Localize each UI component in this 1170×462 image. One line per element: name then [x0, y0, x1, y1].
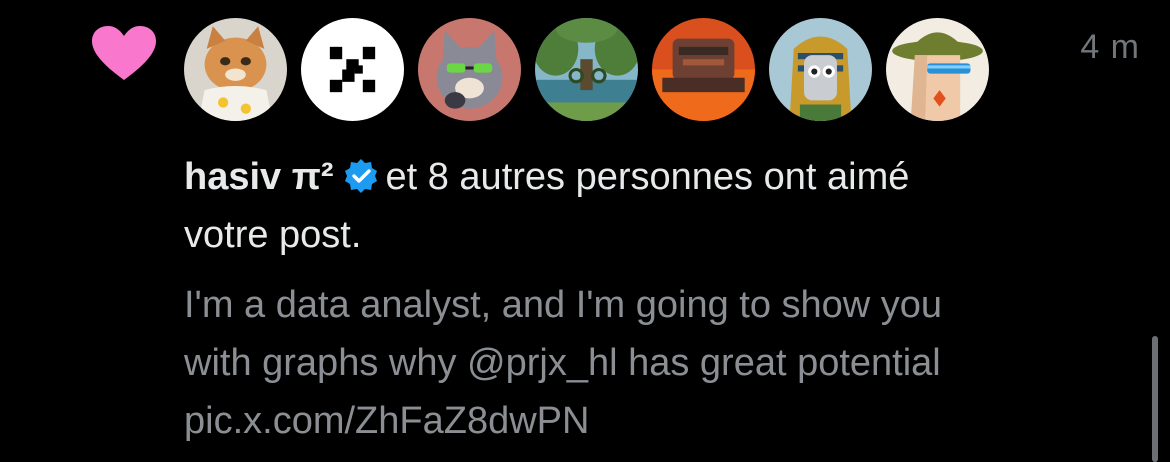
- scrollbar[interactable]: [1152, 336, 1158, 462]
- action-text-line2: votre post.: [184, 214, 362, 256]
- like-headline: hasiv π² et 8 autres personnes ont aimé …: [184, 148, 1124, 264]
- avatar-row: [184, 18, 989, 122]
- post-text-line: with graphs why @prjx_hl has great poten…: [184, 342, 941, 384]
- woman-hat-avatar[interactable]: [886, 18, 989, 121]
- action-text: et 8 autres personnes ont aimé: [385, 156, 910, 198]
- heart-icon: [92, 26, 156, 80]
- pharaoh-robot-avatar[interactable]: [769, 18, 872, 121]
- landscape-art-avatar[interactable]: [535, 18, 638, 121]
- cartoon-cat-avatar[interactable]: [418, 18, 521, 121]
- red-armor-avatar[interactable]: [652, 18, 755, 121]
- actor-name[interactable]: hasiv π²: [184, 156, 333, 198]
- timestamp: 4 m: [1080, 28, 1140, 66]
- glitch-logo-avatar[interactable]: [301, 18, 404, 121]
- cat-avatar[interactable]: [184, 18, 287, 121]
- post-text-line: I'm a data analyst, and I'm going to sho…: [184, 284, 943, 326]
- verified-badge-icon: [345, 159, 378, 193]
- post-preview[interactable]: I'm a data analyst, and I'm going to sho…: [184, 276, 1124, 450]
- post-link[interactable]: pic.x.com/ZhFaZ8dwPN: [184, 392, 1124, 450]
- like-notification[interactable]: 4 m hasiv π² et 8 autres personnes ont a…: [0, 0, 1170, 462]
